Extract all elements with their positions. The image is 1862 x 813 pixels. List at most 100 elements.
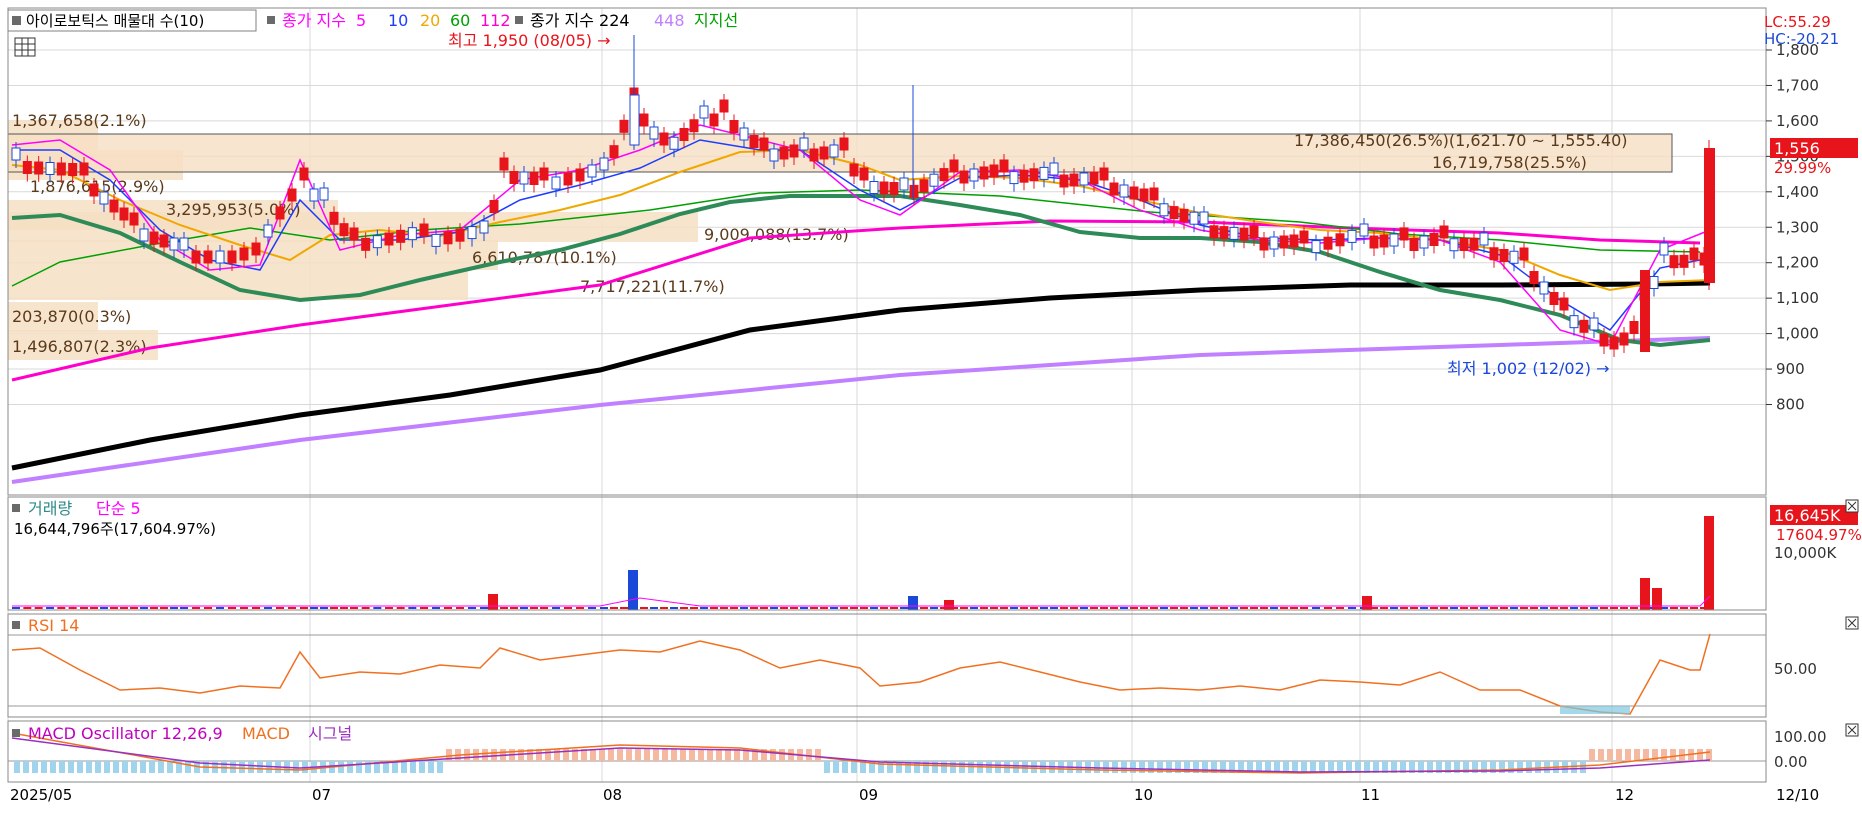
volume-bar: [288, 607, 296, 609]
volume-bar: [760, 607, 768, 609]
candle-body: [1479, 232, 1489, 246]
candle-body: [45, 162, 55, 175]
volume-bar: [1210, 607, 1218, 609]
volume-bar: [1200, 607, 1208, 609]
candle-body: [1449, 238, 1459, 252]
macd-histogram-bar: [77, 761, 83, 773]
candle-body: [989, 164, 999, 178]
candle-body: [169, 237, 179, 251]
current-price-value: 1,556: [1774, 139, 1820, 158]
volume-bar: [1150, 607, 1158, 609]
candle-body: [649, 126, 659, 140]
volume-bar: [540, 607, 548, 609]
candle-body: [1489, 247, 1499, 261]
macd-histogram-bar: [185, 761, 191, 773]
volume-bar: [660, 607, 668, 609]
macd-histogram-bar: [1598, 749, 1604, 761]
rsi-title: RSI 14: [28, 616, 79, 635]
volume-bar: [720, 607, 728, 609]
candle-body: [1389, 233, 1399, 247]
volume-bar: [500, 607, 508, 609]
volume-bar: [1580, 607, 1588, 609]
volume-bar: [880, 607, 888, 609]
candle-body: [339, 223, 349, 237]
volume-bar: [310, 607, 318, 609]
candle-body: [1335, 233, 1345, 247]
macd-histogram-bar: [725, 749, 731, 761]
macd-histogram-bar: [644, 749, 650, 761]
close-icon[interactable]: [1845, 723, 1859, 737]
volume-bar: [1170, 607, 1178, 609]
volume-profile-label: 17,386,450(26.5%)(1,621.70 ~ 1,555.40): [1294, 131, 1627, 150]
candle-body: [251, 242, 261, 256]
volume-bar: [790, 607, 798, 609]
candle-body: [959, 170, 969, 184]
volume-bar: [1300, 607, 1308, 609]
candle-body: [319, 187, 329, 201]
volume-bar: [444, 607, 452, 609]
candle-body: [384, 232, 394, 246]
close-icon[interactable]: [1845, 499, 1859, 513]
volume-bar: [320, 607, 328, 609]
volume-legend-icon: [12, 504, 20, 512]
volume-bar: [588, 607, 596, 609]
volume-bar: [1000, 607, 1008, 609]
volume-bar: [860, 607, 868, 609]
macd-histogram-bar: [599, 749, 605, 761]
breakout-candle-body: [1640, 270, 1650, 352]
candle-body: [1179, 208, 1189, 222]
candle-body: [1119, 184, 1129, 198]
macd-histogram-bar: [257, 761, 263, 773]
candle-body: [869, 181, 879, 194]
chart-canvas[interactable]: 1,367,658(2.1%)1,876,615(2.9%)3,295,953(…: [0, 0, 1862, 809]
candle-body: [1169, 206, 1179, 220]
macd-histogram-bar: [1094, 761, 1100, 773]
macd-histogram-bar: [950, 761, 956, 773]
candle-body: [1249, 225, 1259, 239]
candle-body: [455, 228, 465, 242]
table-icon[interactable]: [14, 37, 36, 57]
candle-body: [329, 211, 339, 225]
volume-bar: [1110, 607, 1118, 609]
candle-body: [551, 176, 561, 190]
candle-body: [1259, 237, 1269, 251]
volume-bar: [396, 607, 405, 609]
candle-body: [1399, 227, 1409, 241]
macd-histogram-bar: [347, 761, 353, 773]
macd-histogram-bar: [716, 749, 722, 761]
candle-body: [1659, 242, 1669, 256]
volume-bar: [1312, 607, 1320, 609]
volume-bar: [340, 607, 348, 609]
volume-bar: [564, 607, 572, 609]
volume-bar: [1240, 607, 1248, 609]
close-icon[interactable]: [1845, 616, 1859, 630]
macd-histogram-bar: [59, 761, 65, 773]
macd-histogram-bar: [23, 761, 29, 773]
volume-bar: [920, 607, 928, 609]
candle-body: [275, 206, 285, 220]
volume-spike-bar: [908, 596, 918, 610]
volume-bar: [170, 607, 178, 609]
candle-body: [1689, 247, 1699, 261]
volume-bar: [960, 607, 968, 609]
candle-body: [809, 148, 819, 162]
volume-bar: [680, 607, 688, 609]
candle-body: [299, 167, 309, 181]
volume-bar: [710, 607, 718, 609]
candle-body: [191, 250, 201, 264]
macd-histogram-bar: [122, 761, 128, 773]
candle-body: [396, 229, 406, 243]
volume-bar: [130, 607, 138, 609]
volume-bar: [150, 607, 158, 609]
volume-bar: [1180, 607, 1188, 609]
macd-histogram-bar: [1580, 761, 1586, 773]
volume-bar: [1690, 607, 1698, 609]
candle-body: [929, 173, 939, 187]
macd-histogram-bar: [248, 761, 254, 773]
candle-body: [1099, 167, 1109, 181]
candle-body: [227, 250, 237, 264]
candle-body: [1429, 233, 1439, 246]
volume-bar: [900, 607, 908, 609]
candle-body: [489, 200, 499, 213]
candle-body: [34, 161, 44, 175]
